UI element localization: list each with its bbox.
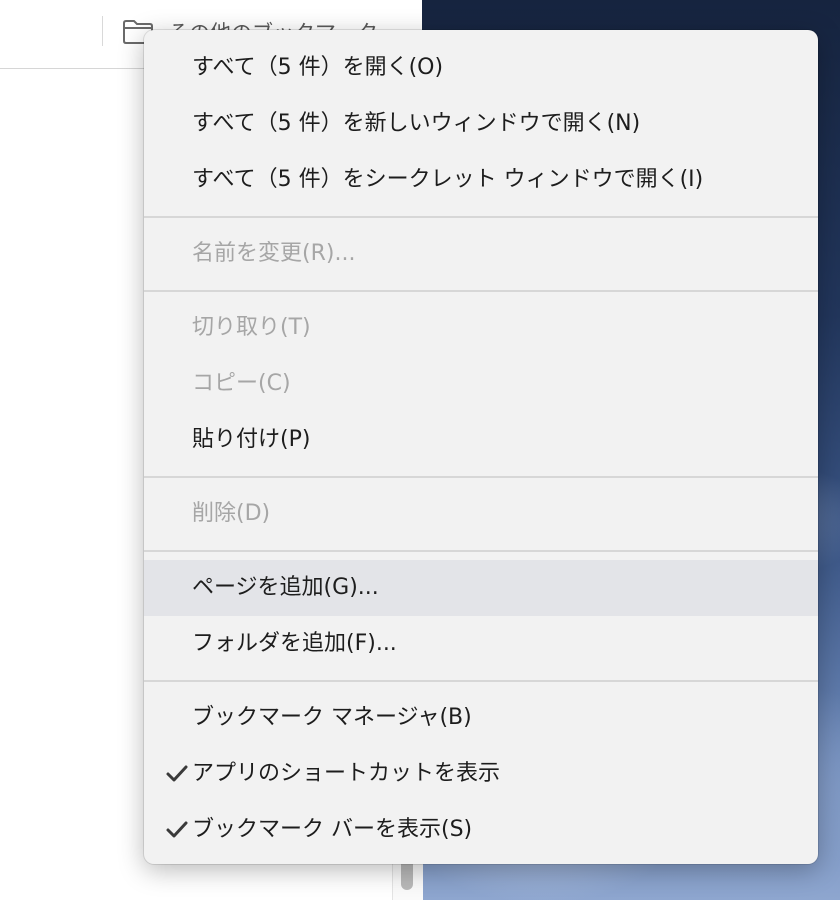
menu-item-cut: 切り取り(T) [144,300,818,356]
menu-item-label: 貼り付け(P) [192,427,311,452]
menu-item-label: すべて（5 件）を新しいウィンドウで開く(N) [192,111,641,136]
menu-item-label: 切り取り(T) [192,315,311,340]
menu-item-label: ブックマーク マネージャ(B) [192,705,472,730]
bookmark-bar-divider [102,16,103,46]
menu-separator [144,476,818,478]
menu-separator [144,550,818,552]
menu-item-bookmark-manager[interactable]: ブックマーク マネージャ(B) [144,690,818,746]
menu-separator [144,680,818,682]
checkmark-icon [164,746,190,802]
menu-item-open-all-incognito[interactable]: すべて（5 件）をシークレット ウィンドウで開く(I) [144,152,818,208]
menu-item-add-page[interactable]: ページを追加(G)... [144,560,818,616]
menu-item-label: コピー(C) [192,371,291,396]
menu-item-paste[interactable]: 貼り付け(P) [144,412,818,468]
menu-item-label: ページを追加(G)... [192,575,379,600]
menu-item-label: 名前を変更(R)... [192,241,356,266]
menu-item-show-apps-shortcut[interactable]: アプリのショートカットを表示 [144,746,818,802]
screen: その他のブックマーク すべて（5 件）を開く(O) すべて（5 件）を新しいウィ… [0,0,840,900]
menu-item-rename: 名前を変更(R)... [144,226,818,282]
menu-item-open-all-new-window[interactable]: すべて（5 件）を新しいウィンドウで開く(N) [144,96,818,152]
menu-item-label: すべて（5 件）をシークレット ウィンドウで開く(I) [192,167,704,192]
menu-item-label: すべて（5 件）を開く(O) [192,55,444,80]
menu-item-label: アプリのショートカットを表示 [192,761,501,786]
menu-item-label: ブックマーク バーを表示(S) [192,817,473,842]
menu-separator [144,290,818,292]
menu-item-open-all[interactable]: すべて（5 件）を開く(O) [144,40,818,96]
checkmark-icon [164,802,190,858]
menu-item-show-bookmark-bar[interactable]: ブックマーク バーを表示(S) [144,802,818,858]
menu-item-delete: 削除(D) [144,486,818,542]
menu-item-copy: コピー(C) [144,356,818,412]
menu-item-label: フォルダを追加(F)... [192,631,397,656]
menu-item-add-folder[interactable]: フォルダを追加(F)... [144,616,818,672]
menu-item-label: 削除(D) [192,501,271,526]
menu-separator [144,216,818,218]
bookmark-context-menu: すべて（5 件）を開く(O) すべて（5 件）を新しいウィンドウで開く(N) す… [144,30,818,864]
